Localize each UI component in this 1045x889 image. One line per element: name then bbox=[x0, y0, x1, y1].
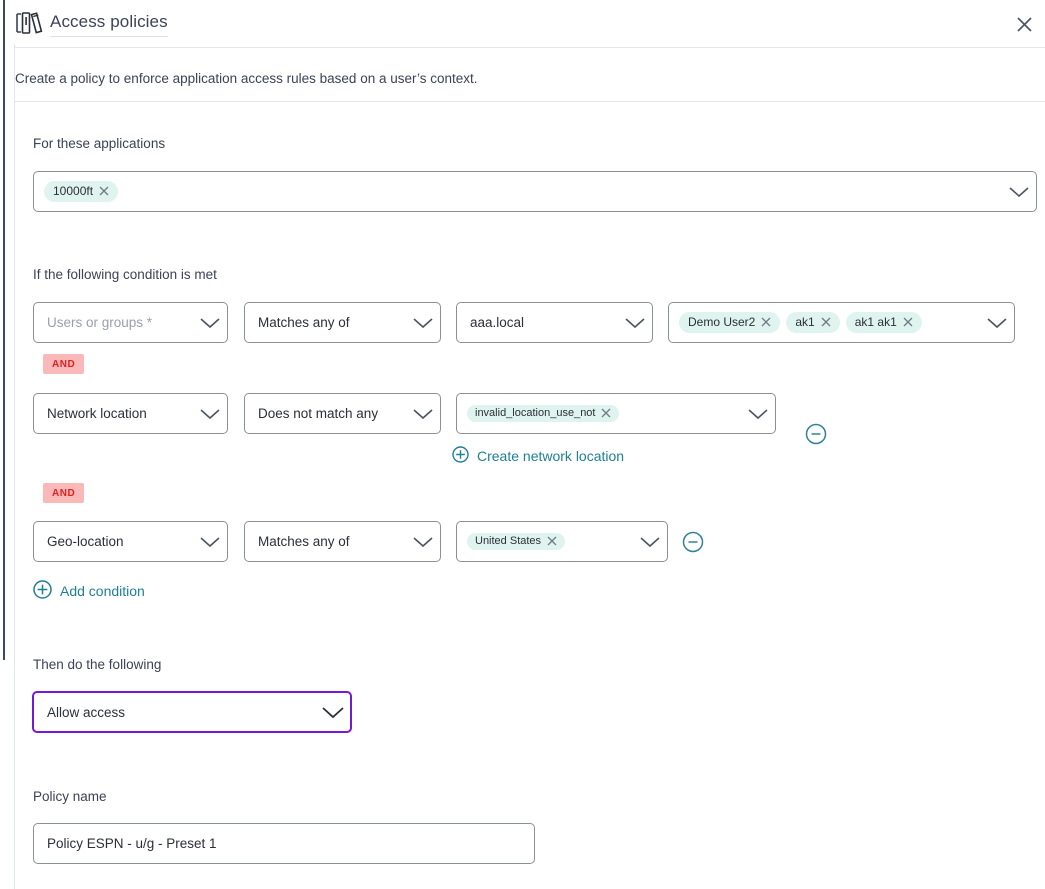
condition-attribute-select-1[interactable]: Users or groups * bbox=[33, 302, 228, 343]
chevron-down-icon[interactable] bbox=[406, 536, 440, 548]
chevron-down-icon[interactable] bbox=[406, 408, 440, 420]
condition-operator-select-2[interactable]: Does not match any bbox=[244, 393, 441, 434]
chevron-down-icon[interactable] bbox=[406, 317, 440, 329]
condition-attribute-select-2[interactable]: Network location bbox=[33, 393, 228, 434]
chip[interactable]: 10000ft bbox=[44, 181, 118, 202]
chip[interactable]: United States bbox=[467, 533, 565, 550]
dialog-header: Access policies bbox=[0, 0, 1045, 47]
chevron-down-icon[interactable] bbox=[193, 317, 227, 329]
chevron-down-icon[interactable] bbox=[193, 408, 227, 420]
chevron-down-icon[interactable] bbox=[193, 536, 227, 548]
chevron-down-icon[interactable] bbox=[980, 317, 1014, 329]
condition-values-select-3[interactable]: United States bbox=[456, 521, 668, 562]
policy-name-label: Policy name bbox=[33, 789, 107, 804]
chip-remove-icon[interactable] bbox=[821, 317, 831, 327]
plus-circle-icon bbox=[452, 446, 469, 466]
condition-chip-list-1: Demo User2 ak1 ak1 ak1 bbox=[669, 312, 980, 333]
chip-label: invalid_location_use_not bbox=[475, 407, 595, 419]
condition-domain-select-1[interactable]: aaa.local bbox=[456, 302, 653, 343]
condition-operator-select-3[interactable]: Matches any of bbox=[244, 521, 441, 562]
applications-select[interactable]: 10000ft bbox=[33, 171, 1037, 212]
chevron-down-icon[interactable] bbox=[633, 536, 667, 548]
add-condition-label: Add condition bbox=[60, 583, 145, 599]
condition-attribute-value-1: Users or groups * bbox=[34, 315, 193, 330]
and-badge: AND bbox=[43, 483, 84, 503]
chip-remove-icon[interactable] bbox=[99, 186, 109, 196]
chip-remove-icon[interactable] bbox=[547, 536, 557, 546]
dialog-subtitle: Create a policy to enforce application a… bbox=[15, 71, 478, 86]
chip-label: United States bbox=[475, 535, 541, 547]
header-divider bbox=[15, 47, 1045, 48]
chip-remove-icon[interactable] bbox=[601, 408, 611, 418]
policy-name-field[interactable]: Policy ESPN - u/g - Preset 1 bbox=[33, 823, 535, 864]
condition-operator-select-1[interactable]: Matches any of bbox=[244, 302, 441, 343]
add-condition-button[interactable]: Add condition bbox=[33, 580, 145, 602]
applications-chip-list: 10000ft bbox=[34, 181, 1002, 202]
condition-chip-list-3: United States bbox=[457, 533, 633, 550]
chip-remove-icon[interactable] bbox=[903, 317, 913, 327]
policy-form-panel: For these applications 10000ft If the fo… bbox=[14, 101, 1045, 889]
chip-label: ak1 bbox=[795, 315, 814, 329]
condition-attribute-value-3: Geo-location bbox=[34, 534, 193, 549]
access-policies-dialog: Access policies Create a policy to enfor… bbox=[0, 0, 1045, 889]
chevron-down-icon[interactable] bbox=[1002, 186, 1036, 198]
chevron-down-icon[interactable] bbox=[741, 408, 775, 420]
remove-condition-button-3[interactable] bbox=[682, 531, 704, 553]
chip-label: 10000ft bbox=[53, 184, 93, 198]
condition-operator-value-2: Does not match any bbox=[245, 406, 406, 421]
policy-name-value: Policy ESPN - u/g - Preset 1 bbox=[34, 836, 534, 851]
chip[interactable]: Demo User2 bbox=[679, 312, 780, 333]
left-accent-rail bbox=[3, 0, 5, 660]
condition-domain-value-1: aaa.local bbox=[457, 315, 618, 330]
page-title: Access policies bbox=[50, 12, 168, 37]
and-badge: AND bbox=[43, 354, 84, 374]
condition-operator-value-1: Matches any of bbox=[245, 315, 406, 330]
condition-values-select-2[interactable]: invalid_location_use_not bbox=[456, 393, 776, 434]
chip[interactable]: ak1 bbox=[786, 312, 839, 333]
action-label: Then do the following bbox=[33, 657, 161, 672]
condition-attribute-value-2: Network location bbox=[34, 406, 193, 421]
chip-remove-icon[interactable] bbox=[761, 317, 771, 327]
conditions-label: If the following condition is met bbox=[33, 267, 217, 282]
close-icon[interactable] bbox=[1011, 11, 1037, 37]
create-network-location-link[interactable]: Create network location bbox=[452, 446, 624, 466]
chip[interactable]: ak1 ak1 bbox=[846, 312, 922, 333]
condition-attribute-select-3[interactable]: Geo-location bbox=[33, 521, 228, 562]
chip-label: Demo User2 bbox=[688, 315, 755, 329]
plus-circle-icon bbox=[33, 580, 52, 602]
books-icon bbox=[14, 9, 44, 37]
create-network-location-label: Create network location bbox=[477, 448, 624, 464]
action-select[interactable]: Allow access bbox=[32, 691, 352, 733]
chevron-down-icon[interactable] bbox=[618, 317, 652, 329]
condition-values-select-1[interactable]: Demo User2 ak1 ak1 ak1 bbox=[668, 302, 1015, 343]
action-value: Allow access bbox=[34, 705, 316, 720]
remove-condition-button-2[interactable] bbox=[805, 423, 827, 445]
chip-label: ak1 ak1 bbox=[855, 315, 897, 329]
chevron-down-icon[interactable] bbox=[316, 706, 350, 719]
applications-label: For these applications bbox=[33, 136, 165, 151]
chip[interactable]: invalid_location_use_not bbox=[467, 405, 619, 422]
condition-operator-value-3: Matches any of bbox=[245, 534, 406, 549]
condition-chip-list-2: invalid_location_use_not bbox=[457, 405, 741, 422]
